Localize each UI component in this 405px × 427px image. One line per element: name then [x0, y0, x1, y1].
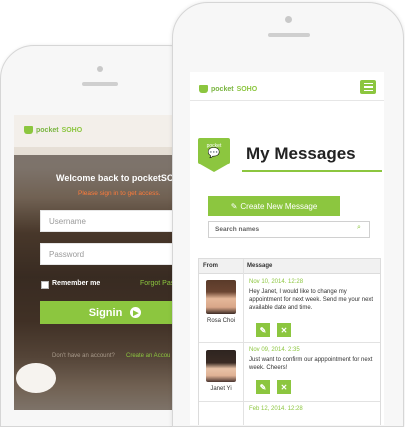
signin-subtitle: Please sign in to get access. [78, 190, 161, 197]
menu-icon[interactable] [360, 80, 376, 94]
messages-screen: pocket SOHO pocket 💬 My Messages ✎ Create… [190, 72, 384, 425]
avatar [206, 350, 236, 382]
logo-prefix: pocket [211, 85, 234, 93]
shopping-bag-icon [24, 126, 33, 134]
page-title: My Messages [246, 144, 356, 163]
header-divider [190, 100, 384, 101]
logo-suffix: SOHO [61, 126, 83, 134]
title-underline [242, 170, 382, 172]
sender-name: Janet Yi [210, 386, 232, 392]
messages-logo: pocket SOHO [199, 85, 257, 93]
sender-name: Rosa Choi [206, 318, 235, 324]
remember-checkbox[interactable] [41, 281, 49, 289]
no-account-text: Don't have an account? [52, 353, 115, 359]
avatar [206, 280, 236, 314]
search-input[interactable]: Search names ⌕ [208, 221, 370, 238]
create-message-button[interactable]: ✎ Create New Message [208, 196, 340, 216]
col-from: From [203, 263, 218, 269]
coffee-cup-image [16, 363, 56, 393]
shopping-bag-icon [199, 85, 208, 93]
create-message-label: Create New Message [240, 201, 318, 211]
col-message: Message [247, 263, 273, 269]
delete-button[interactable]: ✕ [277, 380, 291, 394]
logo-suffix: SOHO [236, 85, 258, 93]
signin-button[interactable]: Signin ▶ [40, 301, 184, 324]
edit-button[interactable]: ✎ [256, 380, 270, 394]
message-text: Just want to confirm our apppointment fo… [249, 357, 373, 371]
search-placeholder: Search names [215, 226, 260, 233]
play-arrow-icon: ▶ [130, 307, 142, 318]
create-account-link[interactable]: Create an Accou [126, 353, 170, 359]
remember-label: Remember me [52, 280, 101, 287]
welcome-heading: Welcome back to pocketSOHO [56, 173, 184, 183]
front-phone-camera [285, 16, 292, 23]
chat-badge: pocket 💬 [198, 138, 230, 164]
username-input[interactable]: Username [40, 210, 184, 232]
logo-prefix: pocket [36, 126, 59, 134]
edit-button[interactable]: ✎ [256, 323, 270, 337]
table-header: From Message [199, 259, 380, 274]
login-logo: pocket SOHO [24, 126, 82, 134]
message-date: Feb 12, 2014. 12:28 [249, 406, 303, 412]
message-date: Nov 09, 2014. 2:35 [249, 347, 300, 353]
edit-icon: ✎ [230, 201, 238, 211]
login-screen: pocket SOHO Welcome back to pocketSOHO Pl… [14, 115, 184, 410]
back-phone-speaker [82, 82, 118, 86]
table-row[interactable]: Rosa Choi Nov 10, 2014. 12:28 Hey Janet,… [199, 274, 380, 342]
table-row[interactable]: Janet Yi Nov 09, 2014. 2:35 Just want to… [199, 343, 380, 401]
delete-button[interactable]: ✕ [277, 323, 291, 337]
front-phone-speaker [268, 33, 310, 37]
back-phone-camera [97, 66, 103, 72]
message-text: Hey Janet, I would like to change my app… [249, 289, 374, 311]
table-row[interactable]: Feb 12, 2014. 12:28 [199, 402, 380, 425]
close-icon: ✕ [280, 325, 288, 335]
badge-pointer [200, 164, 228, 172]
close-icon: ✕ [280, 382, 288, 392]
signin-label: Signin [88, 306, 123, 319]
pencil-icon: ✎ [259, 325, 267, 335]
search-icon[interactable]: ⌕ [357, 224, 361, 232]
message-date: Nov 10, 2014. 12:28 [249, 279, 304, 285]
pencil-icon: ✎ [259, 382, 267, 392]
chat-bubble-icon: 💬 [207, 148, 221, 159]
password-input[interactable]: Password [40, 243, 184, 265]
